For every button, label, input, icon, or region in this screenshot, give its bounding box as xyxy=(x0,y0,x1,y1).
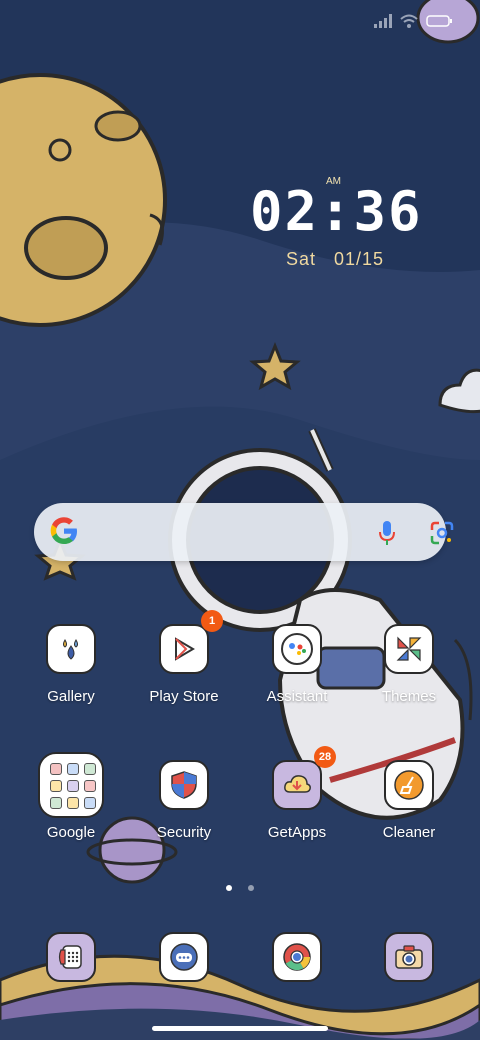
assistant-icon xyxy=(272,624,322,674)
wifi-icon xyxy=(400,14,418,28)
clock-date: Sat 01/15 xyxy=(285,249,385,269)
page-indicator[interactable] xyxy=(0,878,480,896)
cleaner-icon xyxy=(384,760,434,810)
page-dot-1[interactable] xyxy=(225,885,232,891)
app-label: Play Store xyxy=(149,688,219,705)
google-lens-icon[interactable] xyxy=(430,521,454,545)
dock-phone[interactable] xyxy=(21,932,121,982)
play-store-icon: 1 xyxy=(159,610,223,674)
app-cleaner[interactable]: Cleaner xyxy=(359,760,459,841)
messages-icon xyxy=(159,932,209,982)
dock-messages[interactable] xyxy=(134,932,234,982)
app-getapps[interactable]: 28 GetApps xyxy=(247,746,347,841)
gallery-icon xyxy=(46,624,96,674)
google-folder-icon xyxy=(38,752,104,818)
app-gallery[interactable]: Gallery xyxy=(21,624,121,705)
clock-ampm: AM xyxy=(326,176,341,187)
app-security[interactable]: Security xyxy=(134,760,234,841)
camera-icon xyxy=(384,932,434,982)
getapps-icon: 28 xyxy=(272,746,336,810)
notification-badge: 1 xyxy=(201,610,223,632)
security-icon xyxy=(159,760,209,810)
app-label: Cleaner xyxy=(382,824,436,841)
app-label: Google xyxy=(46,824,96,841)
app-label: Gallery xyxy=(47,688,95,705)
page-dot-2[interactable] xyxy=(248,885,255,891)
google-logo-icon xyxy=(50,517,77,544)
app-label: GetApps xyxy=(267,824,327,841)
app-themes[interactable]: Themes xyxy=(359,624,459,705)
notification-badge: 28 xyxy=(314,746,336,768)
signal-icon xyxy=(374,14,392,28)
clock-time: 02:36 xyxy=(250,180,423,243)
home-gesture-bar[interactable] xyxy=(152,1026,328,1031)
status-bar xyxy=(374,14,452,28)
folder-google[interactable]: Google xyxy=(21,752,121,841)
microphone-icon[interactable] xyxy=(378,520,396,546)
themes-icon xyxy=(384,624,434,674)
clock-widget[interactable]: AM 02:36 Sat 01/15 xyxy=(250,170,423,270)
phone-icon xyxy=(46,932,96,982)
app-assistant[interactable]: Assistant xyxy=(247,624,347,705)
app-play-store[interactable]: 1 Play Store xyxy=(134,610,234,705)
dock-camera[interactable] xyxy=(359,932,459,982)
app-label: Themes xyxy=(381,688,437,705)
app-label: Assistant xyxy=(266,688,328,705)
app-label: Security xyxy=(156,824,212,841)
battery-icon xyxy=(426,15,452,27)
google-search-bar[interactable] xyxy=(34,503,454,561)
chrome-icon xyxy=(272,932,322,982)
dock-chrome[interactable] xyxy=(247,932,347,982)
